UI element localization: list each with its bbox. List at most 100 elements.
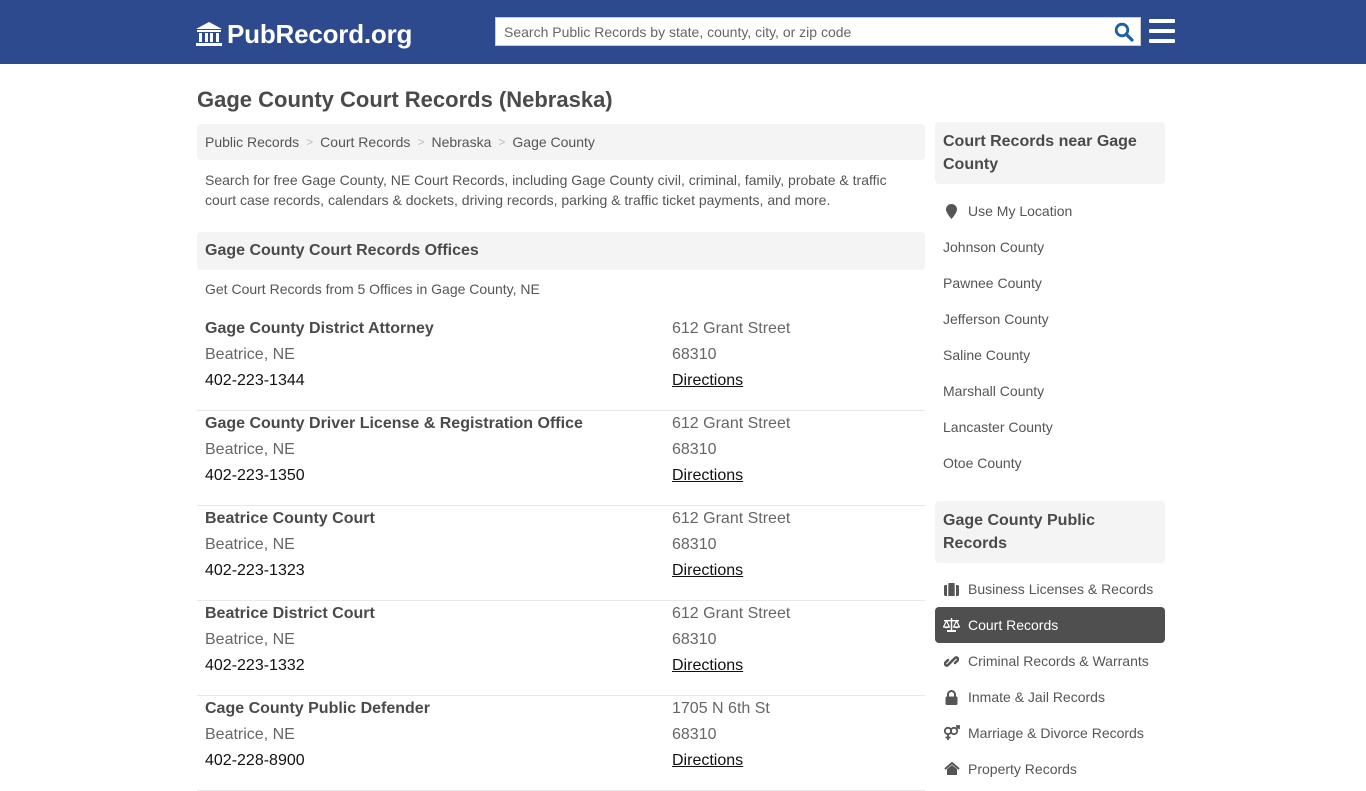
county-label: Lancaster County — [943, 419, 1053, 435]
office-city: Beatrice, NE — [205, 536, 295, 553]
sidebar-item-label: Court Records — [968, 617, 1059, 633]
menu-bar — [1149, 19, 1175, 23]
sidebar-item-marriage-records[interactable]: Marriage & Divorce Records — [935, 715, 1165, 751]
office-city: Beatrice, NE — [205, 726, 295, 743]
office-phone: 402-223-1332 — [205, 657, 305, 674]
directions-link[interactable]: Directions — [672, 562, 743, 580]
office-phone: 402-223-1350 — [205, 467, 305, 484]
office-city: Beatrice, NE — [205, 631, 295, 648]
briefcase-icon — [943, 581, 960, 597]
nearby-section-title: Court Records near Gage County — [935, 122, 1165, 184]
county-label: Jefferson County — [943, 311, 1049, 327]
office-phone: 402-223-1323 — [205, 562, 305, 579]
office-phone: 402-223-1344 — [205, 372, 305, 389]
nearby-county-link[interactable]: Johnson County — [935, 229, 1165, 265]
sidebar-item-business-licenses[interactable]: Business Licenses & Records — [935, 571, 1165, 607]
courthouse-icon — [196, 22, 222, 46]
office-zip: 68310 — [672, 726, 717, 743]
directions-link[interactable]: Directions — [672, 372, 743, 390]
scales-icon — [943, 617, 960, 633]
office-city: Beatrice, NE — [205, 346, 295, 363]
directions-link[interactable]: Directions — [672, 657, 743, 675]
office-name[interactable]: Beatrice County Court — [205, 510, 375, 528]
site-logo[interactable]: PubRecord.org — [195, 17, 412, 51]
search-icon — [1114, 22, 1134, 42]
sidebar: Court Records near Gage County Use My Lo… — [935, 122, 1165, 787]
search-input[interactable] — [496, 18, 1108, 45]
office-name[interactable]: Beatrice District Court — [205, 605, 375, 623]
public-records-list: Business Licenses & Records Court Record… — [935, 571, 1165, 787]
sidebar-item-label: Business Licenses & Records — [968, 581, 1154, 597]
offices-section-subtitle: Get Court Records from 5 Offices in Gage… — [205, 281, 540, 297]
logo-text: PubRecord.org — [227, 18, 413, 49]
breadcrumb-separator: > — [417, 135, 425, 149]
page-title: Gage County Court Records (Nebraska) — [197, 87, 613, 112]
county-label: Marshall County — [943, 383, 1045, 399]
county-label: Pawnee County — [943, 275, 1042, 291]
map-marker-icon — [943, 203, 960, 219]
office-name[interactable]: Gage County District Attorney — [205, 320, 434, 338]
sidebar-item-criminal-records[interactable]: Criminal Records & Warrants — [935, 643, 1165, 679]
office-zip: 68310 — [672, 536, 717, 553]
intro-text: Search for free Gage County, NE Court Re… — [205, 172, 887, 208]
office-item: Cage County Public Defender Beatrice, NE… — [197, 696, 925, 791]
sidebar-item-court-records[interactable]: Court Records — [935, 607, 1165, 643]
breadcrumb-court-records[interactable]: Court Records — [320, 134, 410, 150]
nearby-list: Use My Location Johnson County Pawnee Co… — [935, 193, 1165, 481]
office-name[interactable]: Cage County Public Defender — [205, 700, 430, 718]
office-phone: 402-228-8900 — [205, 752, 305, 769]
use-my-location-label: Use My Location — [968, 203, 1073, 219]
navbar: PubRecord.org — [0, 0, 1366, 64]
office-item: Beatrice District Court Beatrice, NE 402… — [197, 601, 925, 696]
menu-bar — [1149, 39, 1175, 43]
nearby-county-link[interactable]: Lancaster County — [935, 409, 1165, 445]
search-bar — [495, 17, 1141, 46]
sidebar-item-inmate-records[interactable]: Inmate & Jail Records — [935, 679, 1165, 715]
office-item: Beatrice County Court Beatrice, NE 402-2… — [197, 506, 925, 601]
sidebar-item-label: Marriage & Divorce Records — [968, 725, 1144, 741]
nearby-county-link[interactable]: Saline County — [935, 337, 1165, 373]
office-name[interactable]: Gage County Driver License & Registratio… — [205, 415, 583, 433]
nearby-county-link[interactable]: Marshall County — [935, 373, 1165, 409]
hamburger-menu-button[interactable] — [1149, 19, 1175, 43]
sidebar-item-label: Property Records — [968, 761, 1077, 777]
breadcrumb-separator: > — [498, 135, 506, 149]
lock-icon — [943, 689, 960, 705]
office-zip: 68310 — [672, 631, 717, 648]
nearby-county-link[interactable]: Otoe County — [935, 445, 1165, 481]
directions-link[interactable]: Directions — [672, 467, 743, 485]
offices-section-title: Gage County Court Records Offices — [197, 232, 925, 270]
sidebar-item-property-records[interactable]: Property Records — [935, 751, 1165, 787]
office-zip: 68310 — [672, 441, 717, 458]
office-item: Gage County Driver License & Registratio… — [197, 411, 925, 506]
gender-icon — [943, 725, 960, 741]
nearby-county-link[interactable]: Jefferson County — [935, 301, 1165, 337]
link-icon — [943, 653, 960, 669]
county-label: Saline County — [943, 347, 1031, 363]
search-button[interactable] — [1108, 18, 1140, 45]
county-label: Johnson County — [943, 239, 1045, 255]
office-address: 612 Grant Street — [672, 510, 791, 527]
breadcrumb-public-records[interactable]: Public Records — [205, 134, 299, 150]
breadcrumb-gage-county[interactable]: Gage County — [512, 134, 595, 150]
directions-link[interactable]: Directions — [672, 752, 743, 770]
menu-bar — [1149, 29, 1175, 33]
breadcrumb-separator: > — [306, 135, 314, 149]
office-city: Beatrice, NE — [205, 441, 295, 458]
breadcrumb-nebraska[interactable]: Nebraska — [431, 134, 491, 150]
office-zip: 68310 — [672, 346, 717, 363]
breadcrumb: Public Records > Court Records > Nebrask… — [197, 124, 925, 160]
county-label: Otoe County — [943, 455, 1022, 471]
use-my-location-button[interactable]: Use My Location — [935, 193, 1165, 229]
public-records-section-title: Gage County Public Records — [935, 501, 1165, 563]
sidebar-item-label: Inmate & Jail Records — [968, 689, 1105, 705]
office-list: Gage County District Attorney Beatrice, … — [197, 316, 925, 791]
office-address: 612 Grant Street — [672, 415, 791, 432]
office-item: Gage County District Attorney Beatrice, … — [197, 316, 925, 411]
home-icon — [943, 761, 960, 777]
office-address: 612 Grant Street — [672, 320, 791, 337]
sidebar-item-label: Criminal Records & Warrants — [968, 653, 1149, 669]
office-address: 1705 N 6th St — [672, 700, 770, 717]
office-address: 612 Grant Street — [672, 605, 791, 622]
nearby-county-link[interactable]: Pawnee County — [935, 265, 1165, 301]
